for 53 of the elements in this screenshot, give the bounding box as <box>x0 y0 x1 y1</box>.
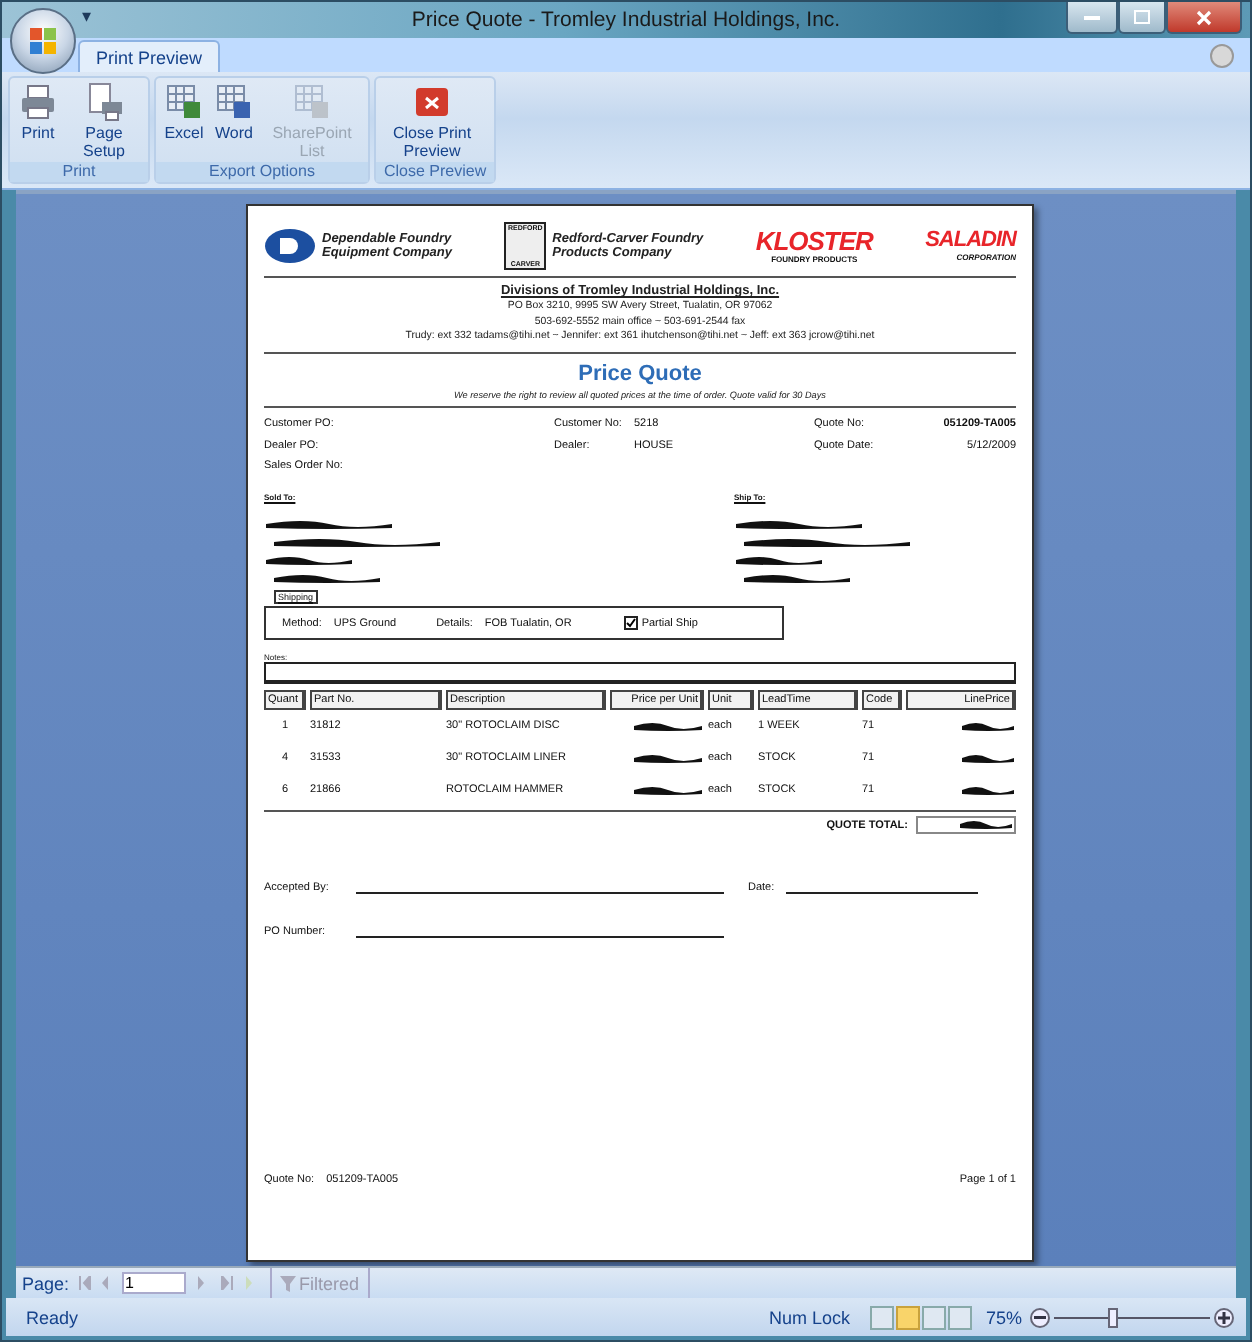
ribbon-button[interactable]: Print <box>14 82 62 142</box>
zoom-in-button[interactable] <box>1214 1307 1234 1327</box>
ribbon-tab[interactable]: Print Preview <box>78 40 221 72</box>
logo-wordmark: KLOSTER <box>755 228 873 254</box>
table-export-icon <box>292 82 332 122</box>
group-label: Print <box>10 162 148 182</box>
ribbon-button[interactable]: Close Print Preview <box>380 82 484 160</box>
filter-icon <box>279 1275 296 1291</box>
ribbon-button[interactable]: Excel <box>160 82 208 142</box>
table-export-icon <box>214 82 254 122</box>
plus-icon <box>1218 1311 1230 1323</box>
ribbon-button[interactable]: Word <box>210 82 258 142</box>
redaction-mark <box>632 752 704 765</box>
redaction-mark <box>960 720 1016 733</box>
page-input[interactable]: 1 <box>121 1272 186 1294</box>
redaction-mark <box>264 554 354 567</box>
zoom-out-button[interactable] <box>1030 1307 1050 1327</box>
logo-icon <box>264 228 316 264</box>
slider-thumb[interactable] <box>1107 1307 1118 1327</box>
logo-wordmark: SALADIN <box>925 230 1016 252</box>
zoom-level: 75% <box>985 1307 1022 1327</box>
close-icon <box>412 82 452 122</box>
report-title: Price Quote <box>576 359 704 388</box>
maximize-button[interactable] <box>1118 2 1166 34</box>
window-title: Price Quote - Tromley Industrial Holdings, Inc. <box>411 8 841 32</box>
close-icon <box>1196 9 1212 25</box>
redaction-mark <box>742 572 852 585</box>
redaction-mark <box>272 572 382 585</box>
group-label: Close Preview <box>376 162 495 182</box>
redaction-mark <box>734 518 864 531</box>
num-lock-indicator: Num Lock <box>768 1307 850 1327</box>
group-label: Export Options <box>156 162 368 182</box>
ribbon-button[interactable]: Page Setup <box>64 82 144 160</box>
maximize-icon <box>1134 10 1150 24</box>
close-button[interactable] <box>1166 2 1242 34</box>
redaction-mark <box>958 818 1014 831</box>
status-text: Ready <box>26 1307 79 1327</box>
table-export-icon <box>164 82 204 122</box>
checkbox[interactable] <box>623 616 638 631</box>
minus-icon <box>1034 1315 1046 1319</box>
page-setup-icon <box>84 82 124 122</box>
redaction-mark <box>960 784 1016 797</box>
app-logo-icon <box>29 27 57 55</box>
redaction-mark <box>632 784 704 797</box>
redaction-mark <box>734 554 824 567</box>
page-label: Page: <box>22 1273 70 1293</box>
printer-icon <box>18 82 58 122</box>
redaction-mark <box>264 518 394 531</box>
minimize-button[interactable] <box>1066 2 1118 34</box>
redaction-mark <box>632 720 704 733</box>
minimize-icon <box>1084 15 1100 19</box>
redaction-mark <box>960 752 1016 765</box>
quick-access-menu[interactable]: ▾ <box>82 6 92 26</box>
